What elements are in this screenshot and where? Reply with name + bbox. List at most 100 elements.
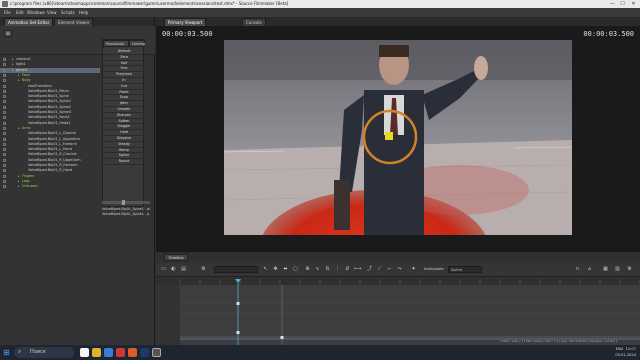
linear-interp-icon[interactable]: ⟋ xyxy=(376,266,383,273)
tree-row[interactable]: ▸ gman1 xyxy=(0,67,100,73)
menu-windows[interactable]: Windows xyxy=(27,10,45,15)
visibility-checkbox[interactable] xyxy=(3,89,6,93)
tree-row[interactable]: ValveBiped.Bip01_Pelvis xyxy=(0,89,100,94)
expand-arrow-icon[interactable]: ▸ xyxy=(12,57,14,62)
tree-row[interactable]: ValveBiped.Bip01_Spine xyxy=(0,94,100,99)
tree-row[interactable]: ▸ Unknown xyxy=(0,184,100,189)
steam-icon[interactable] xyxy=(140,348,149,357)
visibility-checkbox[interactable] xyxy=(3,142,6,146)
tree-row[interactable]: ▸ Legs xyxy=(0,179,100,184)
expand-arrow-icon[interactable]: ▸ xyxy=(18,73,20,78)
tree-row[interactable]: ▸ Arms xyxy=(0,126,100,131)
visibility-checkbox[interactable] xyxy=(3,121,6,125)
clock-time[interactable]: 12:07 xyxy=(626,347,636,351)
visibility-checkbox[interactable] xyxy=(3,126,6,130)
box-select-icon[interactable]: ▢ xyxy=(292,266,299,273)
tab-procedural[interactable]: Procedural xyxy=(103,40,129,47)
tab-console[interactable]: Console xyxy=(242,18,266,26)
add-animation-set-button[interactable]: + xyxy=(4,30,12,37)
tree-row[interactable]: ValveBiped.Bip01_L_UpperArm xyxy=(0,137,100,142)
lock-icon[interactable]: ⌂ xyxy=(586,266,593,273)
visibility-checkbox[interactable] xyxy=(3,63,6,67)
language-indicator[interactable]: ENG xyxy=(616,347,624,351)
magnet-icon[interactable]: ∩ xyxy=(574,266,581,273)
flatten-tool-icon[interactable]: ⇅ xyxy=(324,266,331,273)
step-interp-icon[interactable]: ⌐ xyxy=(386,266,393,273)
graph-editor-area[interactable] xyxy=(156,279,640,345)
tree-row[interactable]: ValveBiped.Bip01_L_Hand xyxy=(0,147,100,152)
tree-row[interactable]: ValveBiped.Bip01_Spine1 xyxy=(0,99,100,104)
filter-icon[interactable]: ⚙ xyxy=(200,266,207,273)
expand-arrow-icon[interactable]: ▸ xyxy=(12,68,14,73)
pan-tool-icon[interactable]: ✥ xyxy=(272,266,279,273)
motion-editor-icon[interactable]: ◐ xyxy=(170,266,177,273)
file-explorer-icon[interactable] xyxy=(92,348,101,357)
scale-tool-icon[interactable]: ⬌ xyxy=(282,266,289,273)
tree-row[interactable]: ValveBiped.Bip01_Head1 xyxy=(0,121,100,126)
expand-arrow-icon[interactable]: ▸ xyxy=(18,184,20,189)
visibility-checkbox[interactable] xyxy=(3,148,6,152)
media-icon[interactable] xyxy=(128,348,137,357)
tab-animation-set-editor[interactable]: Animation Set Editor xyxy=(4,18,54,26)
expand-arrow-icon[interactable]: ▸ xyxy=(18,78,20,83)
tree-row[interactable]: ▸ camera1 xyxy=(0,57,100,62)
expand-arrow-icon[interactable]: ▸ xyxy=(18,179,20,184)
tree-row[interactable]: ValveBiped.Bip01_Spine2 xyxy=(0,105,100,110)
visibility-checkbox[interactable] xyxy=(3,100,6,104)
visibility-checkbox[interactable] xyxy=(3,116,6,120)
tree-row[interactable]: ValveBiped.Bip01_Spine4 xyxy=(0,110,100,115)
tab-element-viewer[interactable]: Element Viewer xyxy=(54,18,94,26)
settings-icon[interactable]: ⚙ xyxy=(626,266,633,273)
tree-row[interactable]: ValveBiped.Bip01_R_Forearm xyxy=(0,163,100,168)
tree-row[interactable]: ValveBiped.Bip01_L_Clavicle xyxy=(0,131,100,136)
clip-editor-icon[interactable]: ▭ xyxy=(160,266,167,273)
menu-edit[interactable]: Edit xyxy=(16,10,24,15)
viewport-area[interactable]: 00:00:03.500 00:00:03.500 xyxy=(156,26,640,252)
taskbar-search[interactable]: Поиск xyxy=(14,347,74,358)
close-button[interactable]: ✕ xyxy=(629,1,638,7)
curve-tool-icon[interactable]: ∿ xyxy=(314,266,321,273)
taskbar-app-icon[interactable] xyxy=(80,348,89,357)
tree-row[interactable]: ValveBiped.Bip01_L_Forearm xyxy=(0,142,100,147)
menu-view[interactable]: View xyxy=(47,10,57,15)
visibility-checkbox[interactable] xyxy=(3,84,6,88)
clock-date[interactable]: 05.01.2024 xyxy=(615,352,636,358)
pointer-tool-icon[interactable]: ↖ xyxy=(262,266,269,273)
tree-row[interactable]: ▸ light1 xyxy=(0,62,100,67)
key-tool-icon[interactable]: ⊕ xyxy=(304,266,311,273)
tab-primary-viewport[interactable]: Primary Viewport xyxy=(164,18,207,26)
list-item[interactable]: ValveBiped.Bip01_Spine1 - p xyxy=(102,212,150,217)
tab-timeline[interactable]: Timeline xyxy=(164,254,188,261)
graph-editor-icon[interactable]: ▤ xyxy=(180,266,187,273)
visibility-checkbox[interactable] xyxy=(3,164,6,167)
slider-knob[interactable] xyxy=(122,200,125,205)
mirror-tool-icon[interactable]: ⟷ xyxy=(354,266,361,273)
interpolate-select[interactable]: Spline xyxy=(448,266,482,273)
minimize-button[interactable]: — xyxy=(608,1,617,7)
tree-row[interactable]: ▸ Body xyxy=(0,78,100,83)
visibility-checkbox[interactable] xyxy=(3,132,6,136)
visibility-checkbox[interactable] xyxy=(3,73,6,77)
time-field[interactable] xyxy=(214,266,258,273)
tree-row[interactable]: ValveBiped.Bip01_Neck1 xyxy=(0,115,100,120)
blend-slider[interactable] xyxy=(102,200,150,205)
visibility-checkbox[interactable] xyxy=(3,179,6,183)
sfm-taskbar-icon[interactable] xyxy=(152,348,161,357)
preset-button[interactable]: Round xyxy=(103,159,145,165)
visibility-checkbox[interactable] xyxy=(3,95,6,99)
scene-render[interactable] xyxy=(224,40,572,235)
visibility-checkbox[interactable] xyxy=(3,105,6,109)
menu-file[interactable]: File xyxy=(4,10,11,15)
menu-scripts[interactable]: Scripts xyxy=(61,10,75,15)
visibility-checkbox[interactable] xyxy=(3,158,6,162)
visibility-checkbox[interactable] xyxy=(3,79,6,83)
menu-help[interactable]: Help xyxy=(79,10,88,15)
browser-icon[interactable] xyxy=(104,348,113,357)
frame-all-icon[interactable]: ▦ xyxy=(602,266,609,273)
tree-row[interactable]: ▸ Face xyxy=(0,73,100,78)
visibility-checkbox[interactable] xyxy=(3,58,6,61)
tree-row[interactable]: ValveBiped.Bip01_R_Clavicle xyxy=(0,152,100,157)
tree-row[interactable]: ValveBiped.Bip01_R_Hand xyxy=(0,168,100,173)
tab-lensing[interactable]: Lensing xyxy=(129,40,145,47)
visibility-checkbox[interactable] xyxy=(3,169,6,173)
